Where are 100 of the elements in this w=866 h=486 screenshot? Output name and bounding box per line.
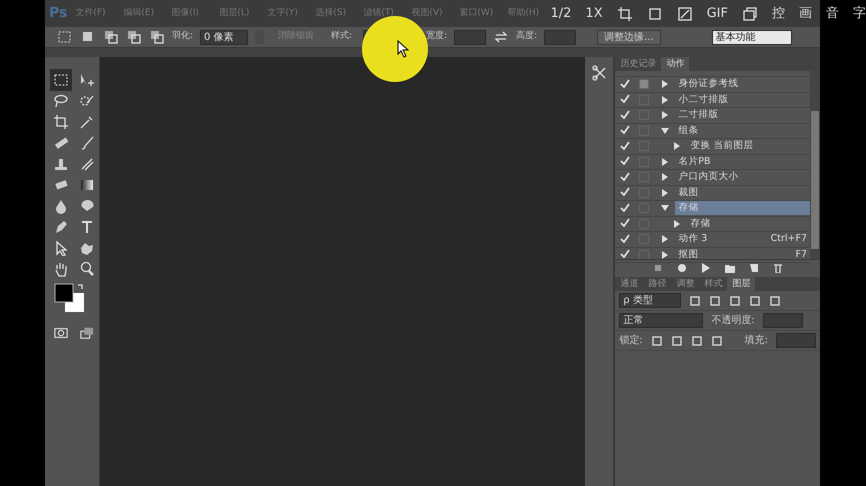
folder-icon[interactable] [724, 262, 735, 272]
action-item[interactable]: 存储 [675, 201, 810, 216]
dialog-toggle[interactable] [639, 218, 650, 229]
width-field[interactable] [454, 30, 486, 44]
intersect-selection-icon[interactable] [149, 29, 165, 45]
blend-mode-dropdown[interactable]: 正常 [619, 313, 704, 328]
dialog-toggle[interactable] [639, 156, 650, 167]
scrollbar[interactable] [810, 71, 820, 259]
record-icon[interactable] [676, 262, 687, 272]
shortcut-text: F7 [795, 248, 807, 262]
panel-tab[interactable]: 调整 [671, 277, 700, 291]
dialog-toggle[interactable] [639, 94, 650, 105]
expand-icon[interactable] [661, 250, 670, 259]
opacity-field[interactable] [762, 313, 803, 328]
action-name: 抠图 [678, 248, 698, 262]
eyedropper-icon[interactable] [79, 114, 95, 130]
gif-button[interactable]: GIF [706, 4, 728, 24]
refine-edge-button[interactable]: 调整边缘... [597, 30, 661, 44]
hand-icon[interactable] [53, 260, 69, 276]
dialog-toggle[interactable] [639, 250, 650, 260]
expand-icon[interactable] [661, 188, 670, 197]
subtract-selection-icon[interactable] [126, 29, 142, 45]
check-icon [620, 125, 630, 136]
action-name: 裁图 [678, 186, 698, 200]
expand-icon[interactable] [661, 111, 670, 120]
marquee-icon[interactable] [57, 29, 73, 45]
trash-icon[interactable] [772, 262, 783, 272]
workspace-dropdown[interactable]: 基本功能 [712, 30, 792, 44]
lasso-icon[interactable] [53, 92, 69, 108]
check-icon [620, 94, 630, 104]
screen-mode-icon[interactable] [80, 325, 94, 341]
action-item[interactable]: 抠图 F7 [675, 248, 810, 262]
swap-icon[interactable] [493, 29, 510, 45]
type-icon[interactable] [79, 218, 95, 234]
windows-icon[interactable] [742, 6, 758, 22]
action-name: 存储 [690, 216, 710, 231]
expand-icon[interactable] [661, 158, 670, 166]
lock-label: 锁定: [619, 334, 643, 348]
panel-tab[interactable]: 动作 [661, 57, 690, 71]
crop-frame-icon[interactable] [616, 6, 633, 22]
action-item[interactable]: 动作 3 Ctrl+F7 [675, 232, 810, 246]
zoom-icon[interactable] [79, 260, 95, 276]
height-field[interactable] [544, 30, 576, 44]
player-control[interactable]: 音 [826, 4, 839, 24]
action-item[interactable]: 身份证参考线 [675, 77, 810, 92]
crop-icon[interactable] [53, 114, 69, 130]
action-item[interactable]: 小二寸排版 [675, 92, 810, 107]
marquee-icon[interactable] [53, 72, 69, 88]
width-label: 宽度: [426, 30, 448, 44]
panel-tab[interactable]: 图层 [727, 277, 756, 291]
action-name: 存储 [678, 201, 698, 216]
expand-icon[interactable] [661, 96, 670, 104]
play-icon[interactable] [700, 262, 711, 272]
expand-icon[interactable] [661, 173, 670, 182]
dodge-icon[interactable] [79, 198, 95, 214]
expand-icon[interactable] [661, 235, 670, 244]
shortcut-text: Ctrl+F7 [770, 232, 807, 246]
add-selection-icon[interactable] [103, 29, 119, 45]
action-name: 名片PB [678, 154, 710, 169]
quick-mask-icon[interactable] [54, 325, 68, 341]
action-item[interactable]: 存储 [687, 216, 810, 231]
action-item[interactable]: 组条 [675, 124, 810, 138]
tools-icon[interactable] [592, 65, 608, 81]
panel-tab[interactable]: 通道 [615, 277, 644, 291]
feather-field[interactable]: 0 像素 [200, 30, 248, 44]
rotate-frame-icon[interactable] [676, 6, 693, 22]
dialog-toggle[interactable] [639, 188, 650, 198]
action-name: 动作 3 [678, 232, 708, 246]
panel-tab[interactable]: 路径 [643, 277, 672, 291]
fill-field[interactable] [776, 333, 816, 348]
page-indicator[interactable]: 1/2 [550, 4, 572, 24]
layer-filter-dropdown[interactable]: ρ 类型 [619, 293, 682, 308]
height-label: 高度: [516, 30, 538, 44]
opacity-label: 不透明度: [711, 314, 755, 328]
player-control[interactable]: 画 [799, 4, 812, 24]
speed-button[interactable]: 1X [585, 4, 603, 24]
dialog-toggle[interactable] [639, 126, 650, 136]
action-item[interactable]: 变换 当前图层 [687, 139, 810, 154]
panel-tab[interactable]: 历史记录 [615, 57, 662, 71]
action-item[interactable]: 名片PB [675, 154, 810, 169]
dialog-toggle[interactable] [639, 79, 650, 90]
collapse-icon[interactable] [661, 204, 670, 212]
color-swatches-icon[interactable] [54, 283, 86, 315]
player-control[interactable]: 控 [772, 4, 785, 24]
new-item-icon[interactable] [748, 262, 759, 272]
player-control[interactable]: 字 [853, 4, 866, 24]
collapse-icon[interactable] [661, 126, 670, 135]
expand-icon[interactable] [673, 220, 682, 228]
expand-icon[interactable] [673, 142, 682, 150]
stop-icon[interactable] [652, 262, 663, 272]
pen-icon[interactable] [53, 218, 69, 234]
drop-icon[interactable] [53, 198, 69, 214]
check-icon [620, 78, 630, 89]
action-item[interactable]: 二寸排版 [675, 108, 810, 122]
frame-icon[interactable] [646, 6, 663, 22]
action-item[interactable]: 户口内页大小 [675, 170, 810, 184]
expand-icon[interactable] [661, 80, 670, 88]
history-brush-icon[interactable] [79, 156, 95, 172]
action-item[interactable]: 裁图 [675, 186, 810, 200]
panel-tab[interactable]: 样式 [699, 277, 728, 291]
